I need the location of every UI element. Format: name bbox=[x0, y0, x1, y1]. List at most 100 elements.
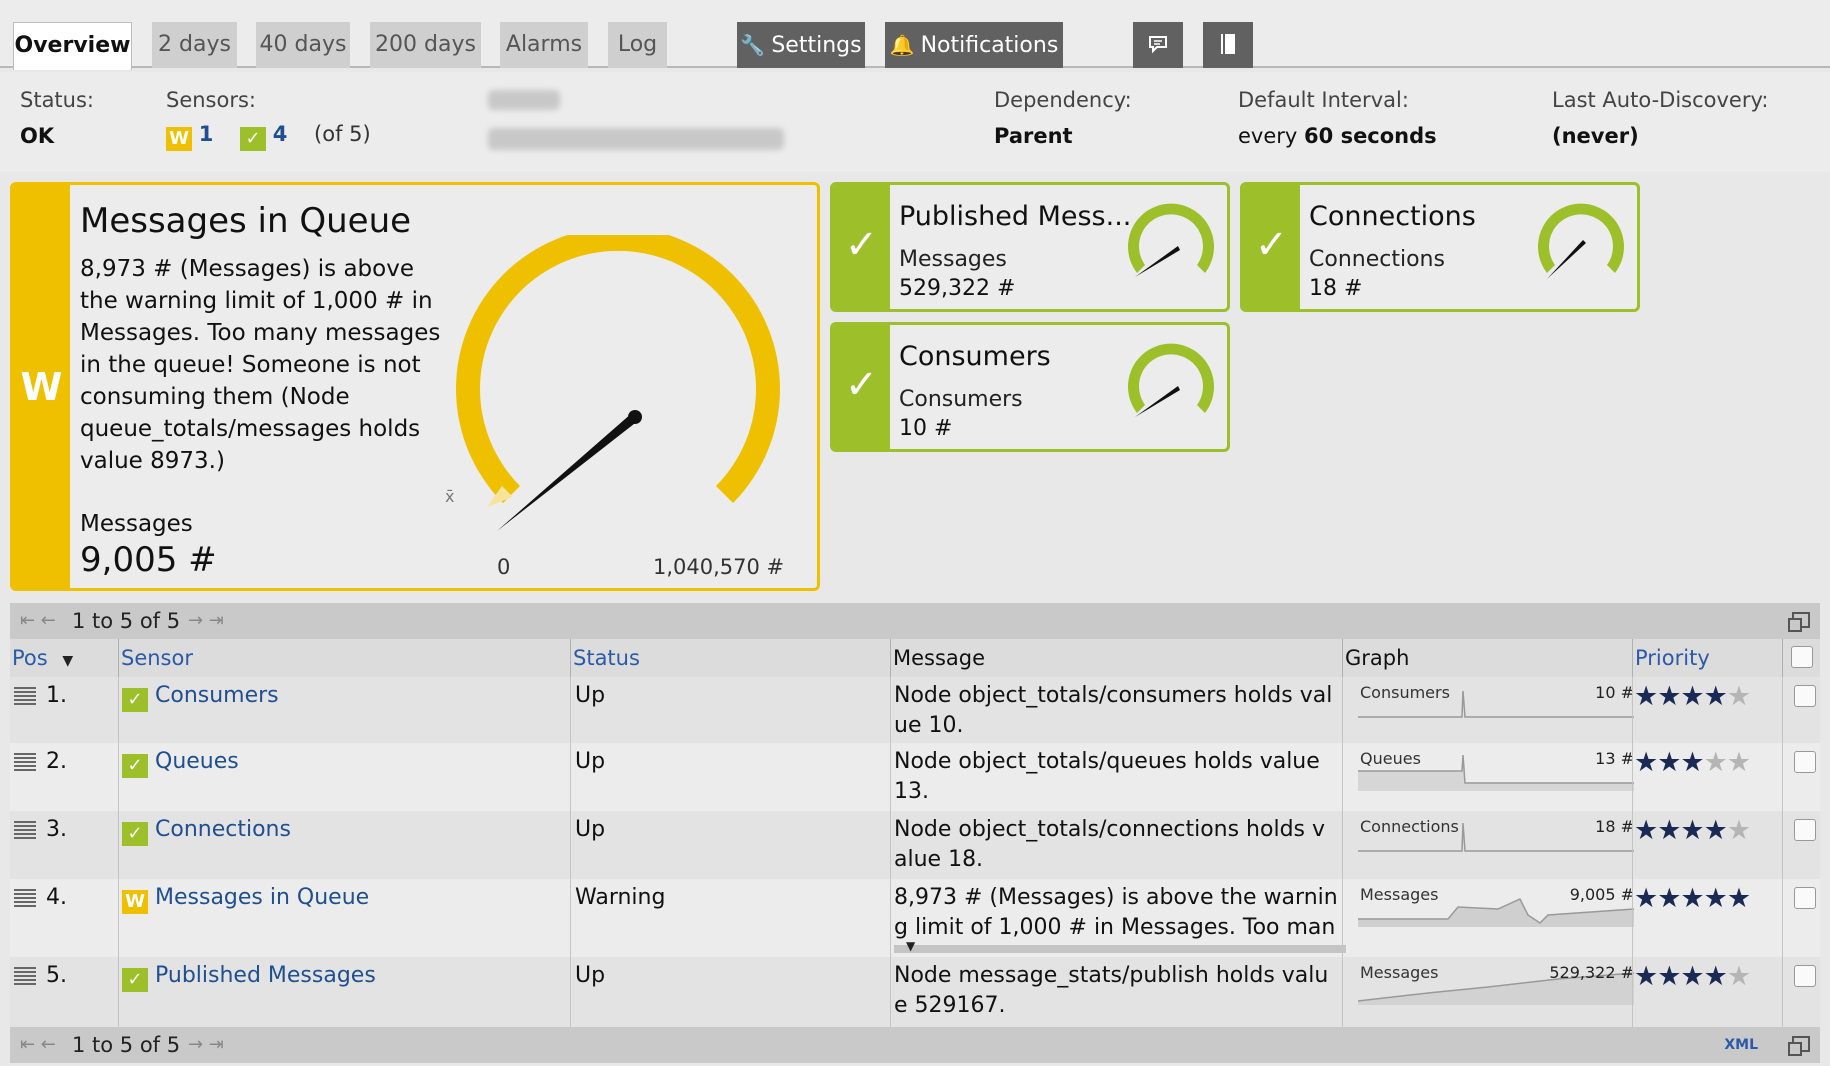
history-button[interactable] bbox=[1203, 22, 1253, 68]
row-checkbox[interactable] bbox=[1794, 819, 1816, 841]
row-graph[interactable]: Queues 13 # bbox=[1358, 749, 1634, 791]
warning-count[interactable]: 1 bbox=[199, 122, 214, 146]
table-row[interactable]: 3. ✓ Connections Up Node object_totals/c… bbox=[10, 811, 1820, 879]
row-sensor[interactable]: ✓ Consumers bbox=[122, 683, 279, 712]
drag-handle-icon[interactable] bbox=[14, 753, 36, 771]
popout-icon[interactable] bbox=[1788, 612, 1810, 632]
tab-overview[interactable]: Overview bbox=[13, 22, 132, 70]
average-marker: x̄ bbox=[445, 487, 455, 506]
priority-stars[interactable]: ★★★★★ bbox=[1634, 961, 1751, 992]
warning-badge: W bbox=[122, 890, 148, 914]
table-row[interactable]: 4. W Messages in Queue Warning 8,973 # (… bbox=[10, 879, 1820, 957]
tab-40-days[interactable]: 40 days bbox=[256, 22, 350, 68]
interval-value-line: every 60 seconds bbox=[1238, 124, 1437, 148]
gauge-connections[interactable]: ✓ Connections Connections 18 # bbox=[1240, 182, 1640, 312]
drag-handle-icon[interactable] bbox=[14, 687, 36, 705]
column-status[interactable]: Status bbox=[570, 639, 890, 677]
row-checkbox[interactable] bbox=[1794, 751, 1816, 773]
row-pos: 4. bbox=[46, 885, 67, 910]
pager-text: 1 to 5 of 5 bbox=[72, 609, 181, 633]
drag-handle-icon[interactable] bbox=[14, 889, 36, 907]
gauge-dial bbox=[1128, 343, 1214, 417]
first-prev-page-icons[interactable]: ⇤ ← bbox=[20, 1027, 56, 1063]
check-icon[interactable]: ✓ bbox=[240, 127, 267, 151]
row-sensor[interactable]: W Messages in Queue bbox=[122, 885, 369, 914]
next-last-page-icons[interactable]: → ⇥ bbox=[188, 1027, 224, 1063]
priority-stars[interactable]: ★★★★★ bbox=[1634, 681, 1751, 712]
gauge-channel-name: Messages bbox=[899, 247, 1007, 272]
check-icon: ✓ bbox=[122, 754, 148, 778]
table-header: Pos ▼ Sensor Status Message Graph Priori… bbox=[10, 639, 1820, 677]
bell-icon: 🔔 bbox=[889, 33, 915, 57]
settings-label: Settings bbox=[771, 33, 862, 58]
gauge-published-messages[interactable]: ✓ Published Mess... Messages 529,322 # bbox=[830, 182, 1230, 312]
check-icon: ✓ bbox=[844, 222, 879, 268]
row-status: Warning bbox=[575, 885, 666, 910]
column-pos[interactable]: Pos ▼ bbox=[10, 639, 118, 677]
row-checkbox[interactable] bbox=[1794, 965, 1816, 987]
tab-alarms[interactable]: Alarms bbox=[500, 22, 588, 68]
interval-value: 60 seconds bbox=[1304, 124, 1437, 148]
status-label: Status: bbox=[20, 88, 94, 112]
check-icon: ✓ bbox=[844, 362, 879, 408]
row-graph[interactable]: Connections 18 # bbox=[1358, 817, 1634, 859]
next-last-page-icons[interactable]: → ⇥ bbox=[188, 603, 224, 639]
priority-stars[interactable]: ★★★★★ bbox=[1634, 747, 1751, 778]
ok-count[interactable]: 4 bbox=[273, 122, 288, 146]
sort-desc-icon[interactable]: ▼ bbox=[62, 653, 73, 669]
tab-2-days[interactable]: 2 days bbox=[152, 22, 237, 68]
gauge-messages-in-queue[interactable]: W Messages in Queue 8,973 # (Messages) i… bbox=[10, 182, 820, 591]
gauge-min: 0 bbox=[497, 555, 511, 579]
select-all-checkbox[interactable] bbox=[1791, 646, 1813, 668]
column-divider bbox=[1632, 677, 1633, 1027]
column-divider bbox=[1342, 677, 1343, 1027]
message-expand-bar[interactable]: ▼ bbox=[894, 939, 1346, 953]
drag-handle-icon[interactable] bbox=[14, 967, 36, 985]
priority-stars[interactable]: ★★★★★ bbox=[1634, 883, 1751, 914]
drag-handle-icon[interactable] bbox=[14, 821, 36, 839]
gauge-channel-name: Connections bbox=[1309, 247, 1445, 272]
table-row[interactable]: 5. ✓ Published Messages Up Node message_… bbox=[10, 957, 1820, 1027]
check-icon: ✓ bbox=[122, 688, 148, 712]
table-row[interactable]: 1. ✓ Consumers Up Node object_totals/con… bbox=[10, 677, 1820, 743]
warning-badge[interactable]: W bbox=[166, 127, 192, 151]
popout-icon[interactable] bbox=[1788, 1036, 1810, 1056]
notifications-label: Notifications bbox=[920, 33, 1059, 58]
row-status: Up bbox=[575, 683, 606, 708]
gauge-title: Messages in Queue bbox=[80, 201, 412, 241]
row-graph[interactable]: Messages 529,322 # bbox=[1358, 963, 1634, 1005]
table-row[interactable]: 2. ✓ Queues Up Node object_totals/queues… bbox=[10, 743, 1820, 811]
row-checkbox[interactable] bbox=[1794, 887, 1816, 909]
row-message: Node object_totals/consumers holds value… bbox=[894, 683, 1333, 738]
chevron-down-icon[interactable]: ▼ bbox=[906, 939, 915, 953]
tab-log[interactable]: Log bbox=[608, 22, 667, 68]
column-priority[interactable]: Priority bbox=[1632, 639, 1782, 677]
row-sensor[interactable]: ✓ Queues bbox=[122, 749, 239, 778]
xml-export-link[interactable]: XML bbox=[1724, 1027, 1758, 1063]
gauge-consumers[interactable]: ✓ Consumers Consumers 10 # bbox=[830, 322, 1230, 452]
tab-200-days[interactable]: 200 days bbox=[370, 22, 481, 68]
sensor-counts: W 1 ✓ 4 (of 5) bbox=[166, 122, 371, 151]
row-checkbox[interactable] bbox=[1794, 685, 1816, 707]
row-graph[interactable]: Messages 9,005 # bbox=[1358, 885, 1634, 927]
row-pos: 5. bbox=[46, 963, 67, 988]
row-status: Up bbox=[575, 817, 606, 842]
comments-button[interactable] bbox=[1133, 22, 1183, 68]
row-graph[interactable]: Consumers 10 # bbox=[1358, 683, 1634, 725]
first-prev-page-icons[interactable]: ⇤ ← bbox=[20, 603, 56, 639]
gauge-title: Connections bbox=[1309, 201, 1476, 232]
column-sensor[interactable]: Sensor bbox=[118, 639, 570, 677]
column-graph: Graph bbox=[1342, 639, 1632, 677]
dependency-value[interactable]: Parent bbox=[994, 124, 1073, 148]
row-sensor[interactable]: ✓ Connections bbox=[122, 817, 291, 846]
sensor-status-row: Status: OK Sensors: W 1 ✓ 4 (of 5) Depen… bbox=[0, 72, 1830, 172]
settings-button[interactable]: 🔧 Settings bbox=[737, 22, 865, 68]
row-pos: 3. bbox=[46, 817, 67, 842]
gauge-dial bbox=[1538, 203, 1624, 279]
notifications-button[interactable]: 🔔 Notifications bbox=[885, 22, 1063, 68]
table-pager-bottom: ⇤ ← 1 to 5 of 5 → ⇥ XML bbox=[10, 1027, 1820, 1063]
row-sensor[interactable]: ✓ Published Messages bbox=[122, 963, 376, 992]
ok-side-bar: ✓ bbox=[833, 185, 890, 309]
priority-stars[interactable]: ★★★★★ bbox=[1634, 815, 1751, 846]
notes-icon bbox=[1221, 34, 1235, 54]
